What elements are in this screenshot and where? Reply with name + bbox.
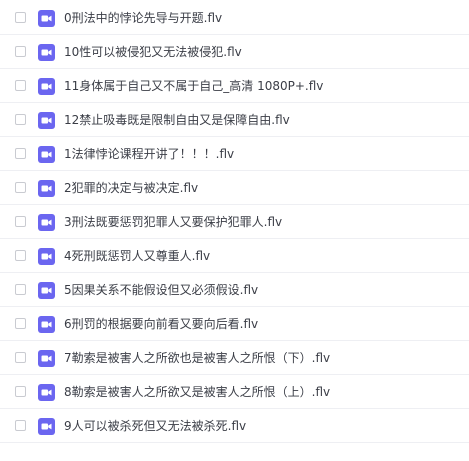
select-checkbox[interactable] [15, 317, 26, 329]
file-row[interactable]: 6刑罚的根据要向前看又要向后看.flv [0, 307, 469, 341]
file-name: 12禁止吸毒既是限制自由又是保障自由.flv [64, 113, 290, 127]
video-file-icon [38, 77, 55, 95]
file-row[interactable]: 9人可以被杀死但又无法被杀死.flv [0, 409, 469, 443]
video-file-icon [38, 417, 55, 435]
select-checkbox[interactable] [15, 11, 26, 23]
file-name: 5因果关系不能假设但又必须假设.flv [64, 283, 259, 297]
file-name: 6刑罚的根据要向前看又要向后看.flv [64, 317, 259, 331]
video-file-icon [38, 383, 55, 401]
video-file-icon [38, 145, 55, 163]
video-file-icon [38, 111, 55, 129]
select-checkbox[interactable] [15, 351, 26, 363]
file-name: 4死刑既惩罚人又尊重人.flv [64, 249, 211, 263]
file-row[interactable]: 8勒索是被害人之所欲又是被害人之所恨（上）.flv [0, 375, 469, 409]
select-checkbox[interactable] [15, 419, 26, 431]
file-name: 1法律悖论课程开讲了！！！.flv [64, 147, 235, 161]
file-row[interactable]: 1法律悖论课程开讲了！！！.flv [0, 137, 469, 171]
file-name: 9人可以被杀死但又无法被杀死.flv [64, 419, 247, 433]
select-checkbox[interactable] [15, 79, 26, 91]
file-row[interactable]: 3刑法既要惩罚犯罪人又要保护犯罪人.flv [0, 205, 469, 239]
file-row[interactable]: 5因果关系不能假设但又必须假设.flv [0, 273, 469, 307]
video-file-icon [38, 349, 55, 367]
file-row[interactable]: 2犯罪的决定与被决定.flv [0, 171, 469, 205]
video-file-icon [38, 315, 55, 333]
select-checkbox[interactable] [15, 45, 26, 57]
file-name: 0刑法中的悖论先导与开题.flv [64, 11, 223, 25]
select-checkbox[interactable] [15, 249, 26, 261]
select-checkbox[interactable] [15, 147, 26, 159]
file-row[interactable]: 11身体属于自己又不属于自己_高清 1080P+.flv [0, 69, 469, 103]
file-name: 10性可以被侵犯又无法被侵犯.flv [64, 45, 242, 59]
select-checkbox[interactable] [15, 215, 26, 227]
select-checkbox[interactable] [15, 385, 26, 397]
video-file-icon [38, 213, 55, 231]
file-row[interactable]: 0刑法中的悖论先导与开题.flv [0, 1, 469, 35]
video-file-icon [38, 281, 55, 299]
file-name: 7勒索是被害人之所欲也是被害人之所恨（下）.flv [64, 351, 331, 365]
video-file-icon [38, 179, 55, 197]
file-row[interactable]: 10性可以被侵犯又无法被侵犯.flv [0, 35, 469, 69]
file-name: 11身体属于自己又不属于自己_高清 1080P+.flv [64, 79, 324, 93]
file-name: 3刑法既要惩罚犯罪人又要保护犯罪人.flv [64, 215, 283, 229]
file-row[interactable]: 7勒索是被害人之所欲也是被害人之所恨（下）.flv [0, 341, 469, 375]
file-name: 8勒索是被害人之所欲又是被害人之所恨（上）.flv [64, 385, 331, 399]
select-checkbox[interactable] [15, 113, 26, 125]
file-row[interactable]: 4死刑既惩罚人又尊重人.flv [0, 239, 469, 273]
file-name: 2犯罪的决定与被决定.flv [64, 181, 199, 195]
video-file-icon [38, 43, 55, 61]
select-checkbox[interactable] [15, 283, 26, 295]
video-file-icon [38, 9, 55, 27]
file-row[interactable]: 12禁止吸毒既是限制自由又是保障自由.flv [0, 103, 469, 137]
file-list: 0刑法中的悖论先导与开题.flv 10性可以被侵犯又无法被侵犯.flv 11身体… [0, 0, 469, 461]
select-checkbox[interactable] [15, 181, 26, 193]
video-file-icon [38, 247, 55, 265]
